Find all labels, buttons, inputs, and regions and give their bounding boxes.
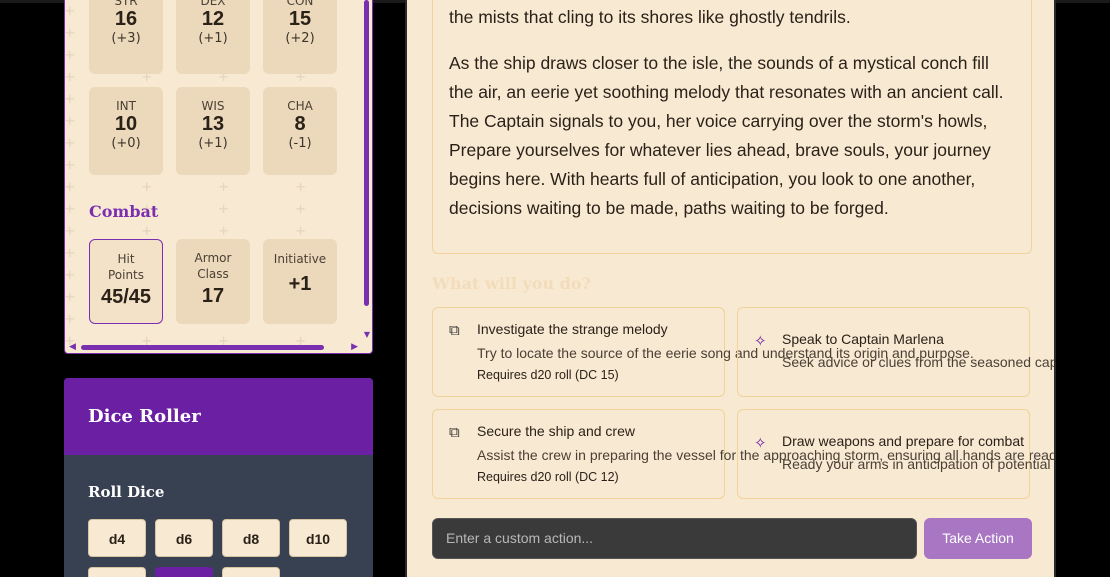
vertical-scrollbar[interactable] bbox=[364, 0, 369, 306]
ability-str: STR 16 (+3) bbox=[89, 0, 163, 74]
action-prompt-heading: What will you do? bbox=[432, 274, 591, 293]
ability-label: CON bbox=[286, 0, 314, 8]
ability-wis: WIS 13 (+1) bbox=[176, 87, 250, 175]
ability-score: 15 bbox=[288, 8, 312, 30]
ability-label: INT bbox=[116, 99, 136, 113]
armor-class-value: 17 bbox=[201, 285, 225, 307]
hit-points-value: 45/45 bbox=[100, 286, 152, 308]
ability-label: DEX bbox=[200, 0, 226, 8]
narrative-paragraph: As the ship draws closer to the isle, th… bbox=[449, 53, 1004, 218]
d10-button[interactable]: d10 bbox=[289, 519, 347, 557]
option-requirement: Requires d20 roll (DC 15) bbox=[477, 368, 619, 382]
dice-roller-title: Dice Roller bbox=[88, 406, 201, 427]
ability-modifier: (+1) bbox=[198, 136, 228, 151]
scroll-down-icon[interactable]: ▼ bbox=[364, 330, 370, 339]
ability-con: CON 15 (+2) bbox=[263, 0, 337, 74]
combat-heading: Combat bbox=[89, 202, 159, 221]
d6-button[interactable]: d6 bbox=[155, 519, 213, 557]
ability-modifier: (+3) bbox=[111, 31, 141, 46]
dice-roller-panel: Dice Roller Roll Dice d4 d6 d8 d10 bbox=[64, 378, 373, 577]
ability-score: 13 bbox=[201, 113, 225, 135]
option-description: Seek advice or clues from the seasoned c… bbox=[782, 354, 1056, 370]
option-title: Secure the ship and crew bbox=[477, 423, 635, 439]
custom-action-input[interactable]: Enter a custom action... bbox=[432, 518, 917, 559]
option-title: Speak to Captain Marlena bbox=[782, 331, 944, 347]
ability-modifier: (+2) bbox=[285, 31, 315, 46]
narrative-box: the mists that cling to its shores like … bbox=[432, 0, 1032, 254]
dice-button[interactable] bbox=[222, 567, 280, 577]
dice-roller-header: Dice Roller bbox=[64, 378, 373, 455]
dice-button-selected[interactable] bbox=[155, 567, 213, 577]
story-panel: the mists that cling to its shores like … bbox=[405, 0, 1056, 577]
initiative-box: Initiative +1 bbox=[263, 239, 337, 324]
option-investigate-melody[interactable]: ⧉ Investigate the strange melody Try to … bbox=[432, 307, 974, 397]
ability-label: STR bbox=[114, 0, 138, 8]
character-sheet-panel[interactable]: + + + + + + + + + + + + + + + + + + + + … bbox=[64, 0, 373, 354]
dice-icon: ⧉ bbox=[449, 322, 460, 339]
armor-class-label: Armor Class bbox=[194, 251, 232, 281]
hit-points-label: Hit Points bbox=[107, 252, 145, 282]
take-action-button[interactable]: Take Action bbox=[924, 518, 1032, 559]
roll-dice-heading: Roll Dice bbox=[88, 483, 165, 501]
ability-score: 8 bbox=[294, 113, 306, 135]
ability-modifier: (+0) bbox=[111, 136, 141, 151]
ability-cha: CHA 8 (-1) bbox=[263, 87, 337, 175]
option-speak-captain[interactable]: ✧ Speak to Captain Marlena Seek advice o… bbox=[737, 307, 1054, 397]
ability-int: INT 10 (+0) bbox=[89, 87, 163, 175]
ability-score: 10 bbox=[114, 113, 138, 135]
scroll-left-icon[interactable]: ◀ bbox=[69, 342, 76, 352]
option-draw-weapons[interactable]: ✧ Draw weapons and prepare for combat Re… bbox=[737, 409, 1054, 499]
ability-dex: DEX 12 (+1) bbox=[176, 0, 250, 74]
ability-label: WIS bbox=[201, 99, 225, 113]
d8-button[interactable]: d8 bbox=[222, 519, 280, 557]
initiative-value: +1 bbox=[288, 273, 312, 295]
option-description: Ready your arms in anticipation of poten… bbox=[782, 456, 1054, 472]
option-secure-ship[interactable]: ⧉ Secure the ship and crew Assist the cr… bbox=[432, 409, 1054, 499]
option-requirement: Requires d20 roll (DC 12) bbox=[477, 470, 619, 484]
hit-points-box[interactable]: Hit Points 45/45 bbox=[89, 239, 163, 324]
d4-button[interactable]: d4 bbox=[88, 519, 146, 557]
ability-label: CHA bbox=[287, 99, 313, 113]
option-title: Draw weapons and prepare for combat bbox=[782, 433, 1025, 449]
armor-class-box: Armor Class 17 bbox=[176, 239, 250, 324]
ability-score: 16 bbox=[114, 8, 138, 30]
initiative-label: Initiative bbox=[273, 252, 327, 266]
option-title: Investigate the strange melody bbox=[477, 321, 668, 337]
ability-modifier: (+1) bbox=[198, 31, 228, 46]
sparkle-icon: ✧ bbox=[754, 435, 767, 452]
narrative-paragraph: the mists that cling to its shores like … bbox=[449, 7, 851, 27]
ability-score: 12 bbox=[201, 8, 225, 30]
dice-button[interactable] bbox=[88, 567, 146, 577]
ability-modifier: (-1) bbox=[288, 136, 312, 151]
horizontal-scrollbar[interactable] bbox=[81, 345, 324, 350]
dice-icon: ⧉ bbox=[449, 424, 460, 441]
sparkle-icon: ✧ bbox=[754, 333, 767, 350]
scroll-right-icon[interactable]: ▶ bbox=[351, 342, 358, 352]
